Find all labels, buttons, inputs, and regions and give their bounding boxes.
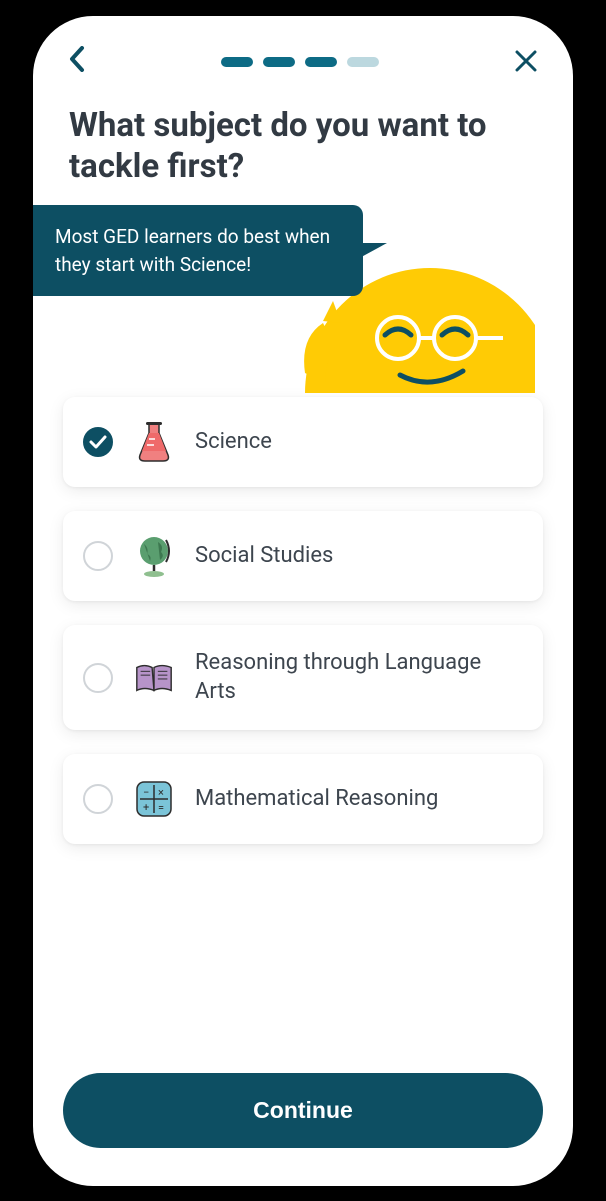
option-label: Mathematical Reasoning (195, 785, 438, 814)
flask-icon (133, 421, 175, 463)
close-button[interactable] (515, 46, 537, 79)
option-social-studies[interactable]: Social Studies (63, 511, 543, 601)
option-label: Social Studies (195, 542, 333, 571)
globe-icon (133, 535, 175, 577)
svg-text:=: = (158, 801, 164, 814)
app-screen: What subject do you want to tackle first… (33, 16, 573, 1186)
tip-text: Most GED learners do best when they star… (55, 225, 330, 276)
option-label: Science (195, 428, 272, 457)
continue-label: Continue (253, 1097, 353, 1123)
mascot-area: Most GED learners do best when they star… (33, 205, 573, 385)
back-button[interactable] (69, 46, 85, 79)
progress-seg-4 (347, 57, 379, 67)
progress-seg-3 (305, 57, 337, 67)
option-rla[interactable]: Reasoning through Language Arts (63, 625, 543, 730)
progress-indicator (221, 57, 379, 67)
option-label: Reasoning through Language Arts (195, 649, 523, 706)
svg-text:×: × (158, 786, 164, 799)
radio-science[interactable] (83, 427, 113, 457)
question-heading: What subject do you want to tackle first… (33, 89, 573, 198)
svg-text:+: + (143, 801, 149, 814)
chevron-left-icon (69, 46, 85, 72)
check-icon (89, 435, 107, 449)
option-science[interactable]: Science (63, 397, 543, 487)
options-list: Science Social Studies (33, 385, 573, 844)
close-icon (515, 50, 537, 72)
option-math[interactable]: − × + = Mathematical Reasoning (63, 754, 543, 844)
book-icon (133, 657, 175, 699)
radio-math[interactable] (83, 784, 113, 814)
radio-social-studies[interactable] (83, 541, 113, 571)
progress-seg-2 (263, 57, 295, 67)
tip-bubble: Most GED learners do best when they star… (33, 205, 363, 296)
progress-seg-1 (221, 57, 253, 67)
math-icon: − × + = (133, 778, 175, 820)
radio-rla[interactable] (83, 663, 113, 693)
top-bar (33, 16, 573, 89)
continue-button[interactable]: Continue (63, 1073, 543, 1148)
svg-text:−: − (143, 786, 149, 799)
